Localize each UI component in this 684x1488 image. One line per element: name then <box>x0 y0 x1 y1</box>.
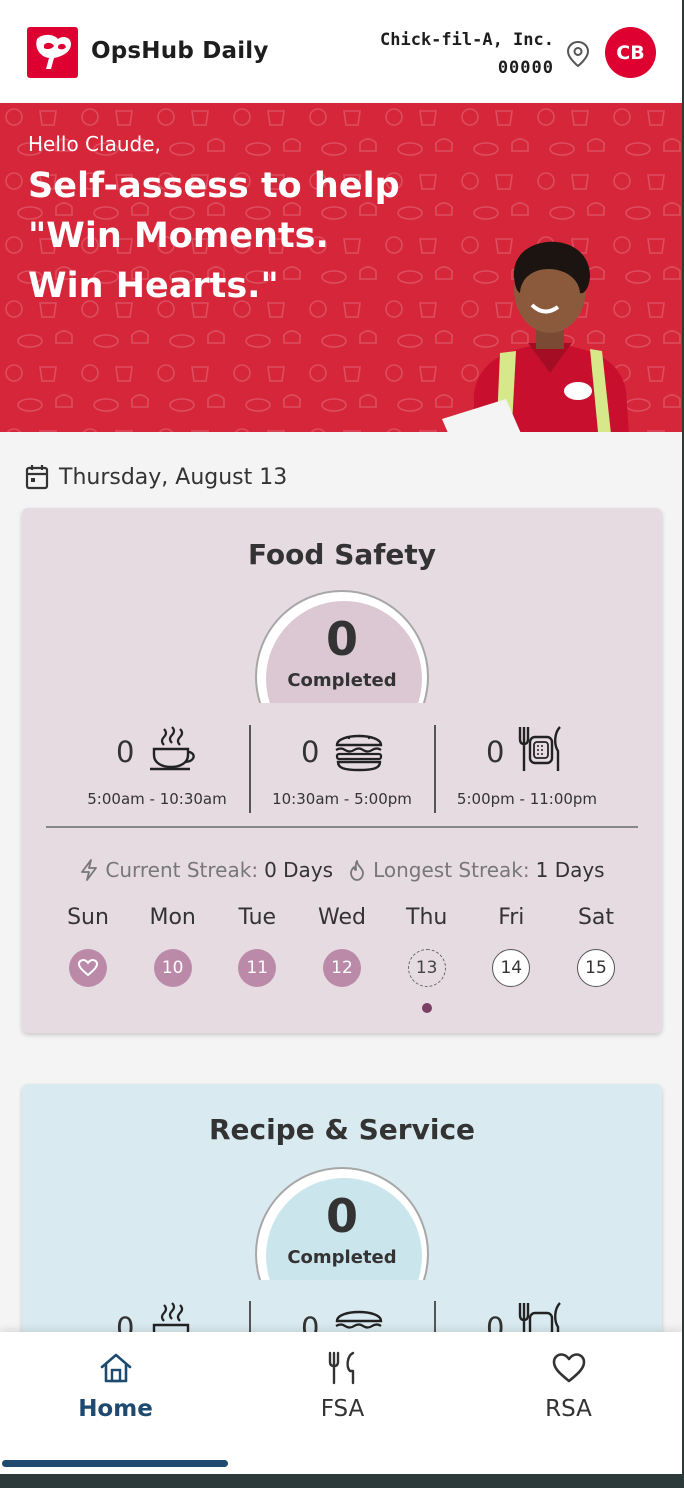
day-number: 10 <box>153 949 192 987</box>
day-tue[interactable]: Tue 11 <box>215 905 299 987</box>
dinner-period[interactable]: 0 5:00pm - 11:00pm <box>434 723 620 815</box>
day-sat[interactable]: Sat 15 <box>554 905 638 987</box>
completed-count: 0 <box>325 1189 358 1243</box>
day-name: Thu <box>406 905 448 930</box>
location-pin-icon[interactable] <box>565 40 591 68</box>
user-avatar[interactable]: CB <box>605 27 656 78</box>
card-divider <box>46 826 638 828</box>
calendar-icon <box>25 465 49 490</box>
time-periods: 0 5:00am - 10:30am 0 10:30am - 5:00pm 0 … <box>22 723 662 815</box>
day-name: Sat <box>577 905 615 930</box>
breakfast-period[interactable]: 0 5:00am - 10:30am <box>64 723 250 815</box>
today-marker <box>421 1003 432 1013</box>
streak-row: Current Streak: 0 Days Longest Streak: 1… <box>22 858 662 882</box>
chick-fil-a-logo <box>27 27 78 78</box>
completed-gauge: 0 Completed <box>255 1167 429 1280</box>
day-thu[interactable]: Thu 13 <box>385 905 469 987</box>
day-name: Sun <box>67 905 109 930</box>
day-number: 14 <box>492 949 531 987</box>
completed-label: Completed <box>287 670 397 691</box>
store-name: Chick-fil-A, Inc. <box>380 30 554 50</box>
day-number: 12 <box>323 949 361 987</box>
lunch-period[interactable]: 0 10:30am - 5:00pm <box>249 723 435 815</box>
store-number: 00000 <box>497 58 554 78</box>
coffee-cup-icon <box>150 726 195 771</box>
bottom-navigation: Home FSA RSA <box>0 1332 682 1488</box>
card-title: Food Safety <box>247 538 437 571</box>
day-sun[interactable]: Sun <box>46 905 130 987</box>
hero-headline: Self-assess to help "Win Moments. Win He… <box>28 166 400 306</box>
current-streak-label: Current Streak: <box>105 858 259 882</box>
period-count: 0 <box>486 735 505 769</box>
fork-knife-plate-icon <box>518 726 561 771</box>
period-range: 5:00am - 10:30am <box>87 790 227 808</box>
period-range: 5:00pm - 11:00pm <box>456 790 598 808</box>
home-icon <box>100 1353 131 1383</box>
heart-icon <box>552 1353 585 1383</box>
week-strip: Sun Mon 10 Tue 11 Wed 12 Thu 13 Fri 14 S… <box>46 905 638 1015</box>
day-name: Fri <box>498 905 525 930</box>
current-date: Thursday, August 13 <box>59 464 288 490</box>
completed-label: Completed <box>287 1247 397 1268</box>
day-status <box>69 949 107 987</box>
nav-label: FSA <box>320 1396 365 1422</box>
hero-greeting: Hello Claude, <box>28 132 161 156</box>
day-number: 11 <box>238 949 277 987</box>
card-title: Recipe & Service <box>208 1113 476 1146</box>
day-number: 15 <box>577 949 615 987</box>
date-row: Thursday, August 13 <box>25 461 287 493</box>
fork-knife-icon <box>328 1351 354 1385</box>
nav-label: RSA <box>545 1396 592 1422</box>
day-wed[interactable]: Wed 12 <box>300 905 384 987</box>
burger-icon <box>335 734 383 772</box>
current-streak-value: 0 Days <box>264 858 334 882</box>
period-range: 10:30am - 5:00pm <box>272 790 412 808</box>
hero-banner: Hello Claude, Self-assess to help "Win M… <box>0 103 682 432</box>
team-member-photo <box>442 241 629 432</box>
flame-icon <box>350 860 364 881</box>
nav-rsa[interactable]: RSA <box>455 1350 682 1422</box>
lightning-icon <box>81 859 98 881</box>
nav-home[interactable]: Home <box>2 1350 229 1422</box>
period-count: 0 <box>116 735 135 769</box>
period-count: 0 <box>301 735 320 769</box>
app-title: OpsHub Daily <box>91 38 269 64</box>
completed-gauge: 0 Completed <box>255 590 429 703</box>
longest-streak-label: Longest Streak: <box>373 858 530 882</box>
day-mon[interactable]: Mon 10 <box>131 905 215 987</box>
day-number: 13 <box>407 949 446 987</box>
longest-streak-value: 1 Days <box>535 858 605 882</box>
heart-icon <box>78 959 98 977</box>
completed-count: 0 <box>325 612 358 666</box>
nav-fsa[interactable]: FSA <box>229 1350 456 1422</box>
food-safety-card[interactable]: Food Safety 0 Completed 0 5:00am - 10:30… <box>22 508 662 1033</box>
day-name: Tue <box>238 905 277 930</box>
active-tab-indicator <box>2 1460 228 1467</box>
nav-label: Home <box>78 1396 153 1422</box>
system-bottom-bar <box>0 1474 682 1488</box>
day-name: Wed <box>318 905 366 930</box>
day-fri[interactable]: Fri 14 <box>469 905 553 987</box>
day-name: Mon <box>149 905 196 930</box>
app-header: OpsHub Daily Chick-fil-A, Inc. 00000 CB <box>0 0 682 104</box>
